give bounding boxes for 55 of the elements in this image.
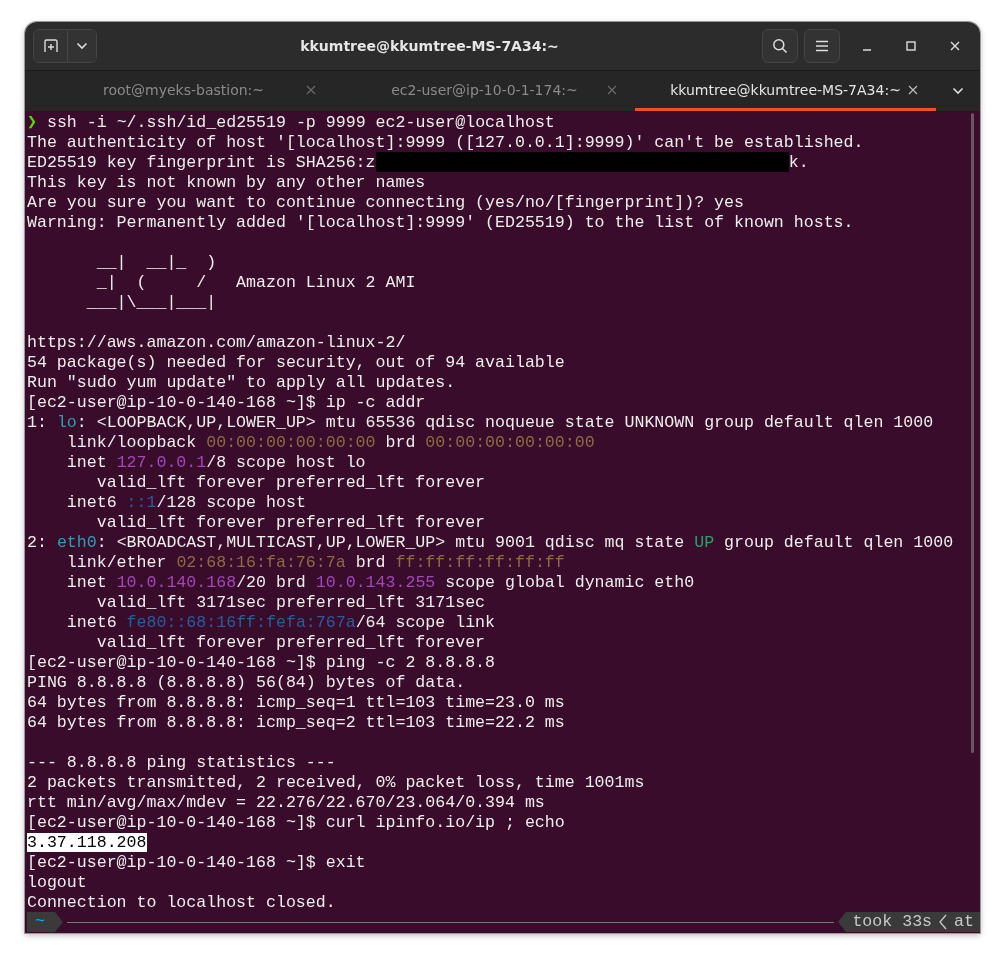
maximize-icon xyxy=(906,41,916,51)
terminal-line: Warning: Permanently added '[localhost]:9999' (ED25519) to the list of known hosts. xyxy=(27,212,854,232)
terminal-text: ED25519 key fingerprint is SHA256:z xyxy=(27,152,376,172)
search-icon xyxy=(772,38,788,54)
terminal-tab[interactable]: ec2-user@ip-10-0-1-174:~ xyxy=(334,71,635,111)
terminal-text: k. xyxy=(788,152,809,172)
terminal-line: ❯ ssh -i ~/.ssh/id_ed25519 -p 9999 ec2-user@localhost xyxy=(27,112,555,132)
terminal-line: Run "sudo yum update" to apply all updates. xyxy=(27,372,456,392)
search-button[interactable] xyxy=(762,29,798,63)
terminal-line: Are you sure you want to continue connecting (yes/no/[fingerprint])? yes xyxy=(27,192,744,212)
terminal-line: link/loopback 00:00:00:00:00:00 brd 00:00:00:00:00:00 xyxy=(65,432,595,452)
new-tab-button[interactable] xyxy=(34,30,68,62)
terminal-line: 1: lo: <LOOPBACK,UP,LOWER_UP> mtu 65536 qdisc noqueue state UNKNOWN group default qlen 1000 xyxy=(27,412,934,432)
minimize-icon xyxy=(862,49,872,51)
terminal-line: 64 bytes from 8.8.8.8: icmp_seq=2 ttl=103 time=22.2 ms xyxy=(27,712,565,732)
terminal-line: inet 127.0.0.1/8 scope host lo xyxy=(65,452,366,472)
terminal-line: --- 8.8.8.8 ping statistics --- xyxy=(27,752,336,772)
terminal-line: valid_lft forever preferred_lft forever xyxy=(95,632,486,652)
terminal-line: The authenticity of host '[localhost]:9999 ([127.0.0.1]:9999)' can't be established. xyxy=(27,132,864,152)
terminal-line: 2 packets transmitted, 2 received, 0% packet loss, time 1001ms xyxy=(27,772,645,792)
terminal-line: inet6 fe80::68:16ff:fefa:767a/64 scope link xyxy=(65,612,496,632)
terminal-line: PING 8.8.8.8 (8.8.8.8) 56(84) bytes of data. xyxy=(27,672,466,692)
menu-icon xyxy=(815,40,829,52)
terminal-line: This key is not known by any other names xyxy=(27,172,426,192)
terminal-line: valid_lft forever preferred_lft forever xyxy=(95,512,486,532)
terminal-line: valid_lft forever preferred_lft forever xyxy=(95,472,486,492)
terminal-line: inet 10.0.140.168/20 brd 10.0.143.255 scope global dynamic eth0 xyxy=(65,572,695,592)
terminal-line: 2: eth0: <BROADCAST,MULTICAST,UP,LOWER_UP> mtu 9001 qdisc mq state UP group default qlen 1000 xyxy=(27,532,954,552)
prompt-suffix: at xyxy=(948,912,980,932)
new-tab-icon xyxy=(42,38,59,54)
terminal-line: ___|\___|___| xyxy=(85,292,217,312)
terminal-line: valid_lft 3171sec preferred_lft 3171sec xyxy=(95,592,486,612)
scrollbar[interactable] xyxy=(971,113,974,753)
caret-icon xyxy=(76,42,88,50)
terminal-line: [ec2-user@ip-10-0-140-168 ~]$ ip -c addr xyxy=(27,392,426,412)
terminal-line: [ec2-user@ip-10-0-140-168 ~]$ exit xyxy=(27,852,366,872)
terminal-line: inet6 ::1/128 scope host xyxy=(65,492,306,512)
terminal-line: link/ether 02:68:16:fa:76:7a brd ff:ff:ff:ff:ff:ff xyxy=(65,552,565,572)
close-icon xyxy=(950,41,960,51)
dropdown-button[interactable] xyxy=(68,30,96,62)
terminal-line: rtt min/avg/max/mdev = 22.276/22.670/23.064/0.394 ms xyxy=(27,792,545,812)
terminal-line: https://aws.amazon.com/amazon-linux-2/ xyxy=(27,332,406,352)
terminal-line: __| __|_ ) xyxy=(95,252,217,272)
terminal-line: logout xyxy=(27,872,87,892)
terminal-line: [ec2-user@ip-10-0-140-168 ~]$ curl ipinfo.io/ip ; echo xyxy=(27,812,565,832)
terminal-line: 64 bytes from 8.8.8.8: icmp_seq=1 ttl=103 time=23.0 ms xyxy=(27,692,565,712)
terminal-line: [ec2-user@ip-10-0-140-168 ~]$ ping -c 2 8.8.8.8 xyxy=(27,652,496,672)
menu-button[interactable] xyxy=(804,29,840,63)
close-icon[interactable] xyxy=(908,84,918,95)
caret-icon xyxy=(952,87,964,95)
terminal-tab[interactable]: root@myeks-bastion:~ xyxy=(33,71,334,111)
terminal-line: Connection to localhost closed. xyxy=(27,892,336,912)
terminal-line: 54 package(s) needed for security, out of 94 available xyxy=(27,352,565,372)
terminal-line: _| ( / Amazon Linux 2 AMI xyxy=(95,272,416,292)
window-title: kkumtree@kkumtree-MS-7A34:~ xyxy=(299,38,560,54)
